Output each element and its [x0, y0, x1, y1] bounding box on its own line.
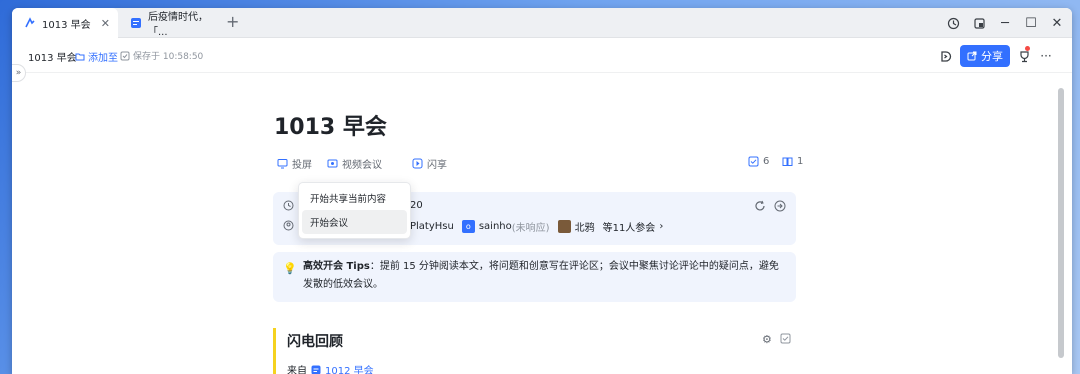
flash-share-label: 闪享 [427, 160, 447, 171]
attendee-list[interactable]: PlatyHsu o sainho (未响应) 北鸦 等11人参会 › [410, 219, 663, 234]
doc-blue-icon [130, 17, 142, 29]
video-meeting-menu: 开始共享当前内容 开始会议 [298, 182, 411, 239]
attendee-name: sainho [478, 221, 512, 232]
share-icon [967, 51, 977, 61]
attendee-more: 等11人参会 [602, 223, 656, 234]
expand-sidebar-icon[interactable]: » [12, 64, 26, 82]
mention-icon[interactable] [937, 48, 953, 64]
section-actions: ⚙ [762, 333, 791, 347]
menu-item-share-content[interactable]: 开始共享当前内容 [302, 186, 407, 210]
refresh-icon[interactable] [754, 200, 766, 215]
task-check-icon [748, 156, 759, 167]
add-to-button[interactable]: 添加至 [75, 49, 118, 64]
from-label: 来自 [287, 366, 307, 374]
chevron-right-icon: › [659, 221, 664, 232]
reader-count[interactable]: 1 [782, 156, 803, 167]
sync-icon[interactable] [940, 8, 966, 38]
doc-header: 1013 早会 添加至 保存于 10:58:50 分享 ··· [12, 39, 1072, 73]
scrollbar[interactable] [1057, 74, 1065, 374]
cast-label: 投屏 [292, 160, 312, 171]
saved-label: 保存于 10:58:50 [133, 52, 204, 62]
person-icon [283, 220, 294, 234]
saved-check-icon [120, 51, 130, 60]
lightbulb-icon: 💡 [283, 262, 297, 275]
doc-header-title: 1013 早会 [28, 53, 77, 64]
screen-cast-icon [277, 159, 288, 169]
source-reference: 来自 1012 早会 [287, 362, 374, 374]
avatar: o [461, 220, 475, 233]
attendee-name: 北鸦 [574, 223, 595, 234]
meeting-time: 20 [410, 200, 423, 211]
close-window-icon[interactable]: ✕ [1044, 8, 1070, 38]
video-meeting-button[interactable]: 视频会议 [327, 156, 382, 171]
attendee-status: (未响应) [511, 223, 550, 234]
meeting-toolbar: 投屏 视频会议 闪享 6 1 [274, 154, 803, 172]
notification-dot [1025, 46, 1030, 51]
checkbox-icon[interactable] [780, 333, 791, 347]
video-icon [327, 159, 338, 168]
task-count[interactable]: 6 [748, 156, 769, 167]
tips-text: ：提前 15 分钟阅读本文，将问题和创意写在评论区；会议中聚焦讨论评论中的疑问点… [303, 261, 779, 290]
section-title: 闪电回顾 [287, 334, 343, 350]
attendee-name: PlatyHsu [410, 221, 454, 232]
task-count-value: 6 [763, 156, 770, 167]
page-title: 1013 早会 [274, 115, 387, 140]
more-icon[interactable]: ··· [1038, 48, 1054, 64]
tips-label: 高效开会 Tips [303, 261, 370, 272]
close-icon[interactable]: ✕ [101, 17, 110, 30]
avatar [557, 220, 571, 233]
menu-item-start-meeting[interactable]: 开始会议 [302, 210, 407, 234]
app-window: 1013 早会 ✕ 后疫情时代，「... + ─ ☐ ✕ 1013 早会 添加至… [12, 8, 1072, 374]
share-label: 分享 [981, 50, 1003, 63]
share-button[interactable]: 分享 [960, 45, 1010, 67]
flash-share-button[interactable]: 闪享 [412, 156, 447, 171]
add-to-label: 添加至 [88, 53, 118, 64]
save-status: 保存于 10:58:50 [120, 49, 203, 62]
tab-label: 后疫情时代，「... [148, 12, 208, 38]
lark-doc-icon [24, 17, 36, 29]
tab-label: 1013 早会 [42, 19, 91, 31]
reader-count-value: 1 [797, 156, 804, 167]
maximize-icon[interactable]: ☐ [1018, 8, 1044, 38]
doc-blue-icon [311, 365, 321, 374]
clock-icon [283, 200, 294, 214]
section-highlight-bar [273, 328, 276, 374]
minimize-icon[interactable]: ─ [992, 8, 1018, 38]
trophy-icon[interactable] [1016, 48, 1032, 64]
cast-button[interactable]: 投屏 [277, 156, 312, 171]
tab-article[interactable]: 后疫情时代，「... [118, 8, 222, 38]
tab-bar: 1013 早会 ✕ 后疫情时代，「... + ─ ☐ ✕ [12, 8, 1072, 38]
book-icon [782, 157, 793, 166]
tab-1013[interactable]: 1013 早会 ✕ [12, 8, 118, 38]
arrow-right-circle-icon[interactable] [774, 200, 786, 215]
flash-share-icon [412, 158, 423, 169]
folder-icon [75, 53, 85, 60]
new-tab-button[interactable]: + [226, 14, 239, 30]
scrollbar-thumb[interactable] [1058, 88, 1064, 358]
settings-icon[interactable]: ⚙ [762, 333, 772, 347]
source-doc-link[interactable]: 1012 早会 [325, 362, 374, 374]
pin-window-icon[interactable] [966, 8, 992, 38]
video-meeting-label: 视频会议 [342, 160, 382, 171]
tips-callout: 💡 高效开会 Tips：提前 15 分钟阅读本文，将问题和创意写在评论区；会议中… [273, 252, 796, 302]
